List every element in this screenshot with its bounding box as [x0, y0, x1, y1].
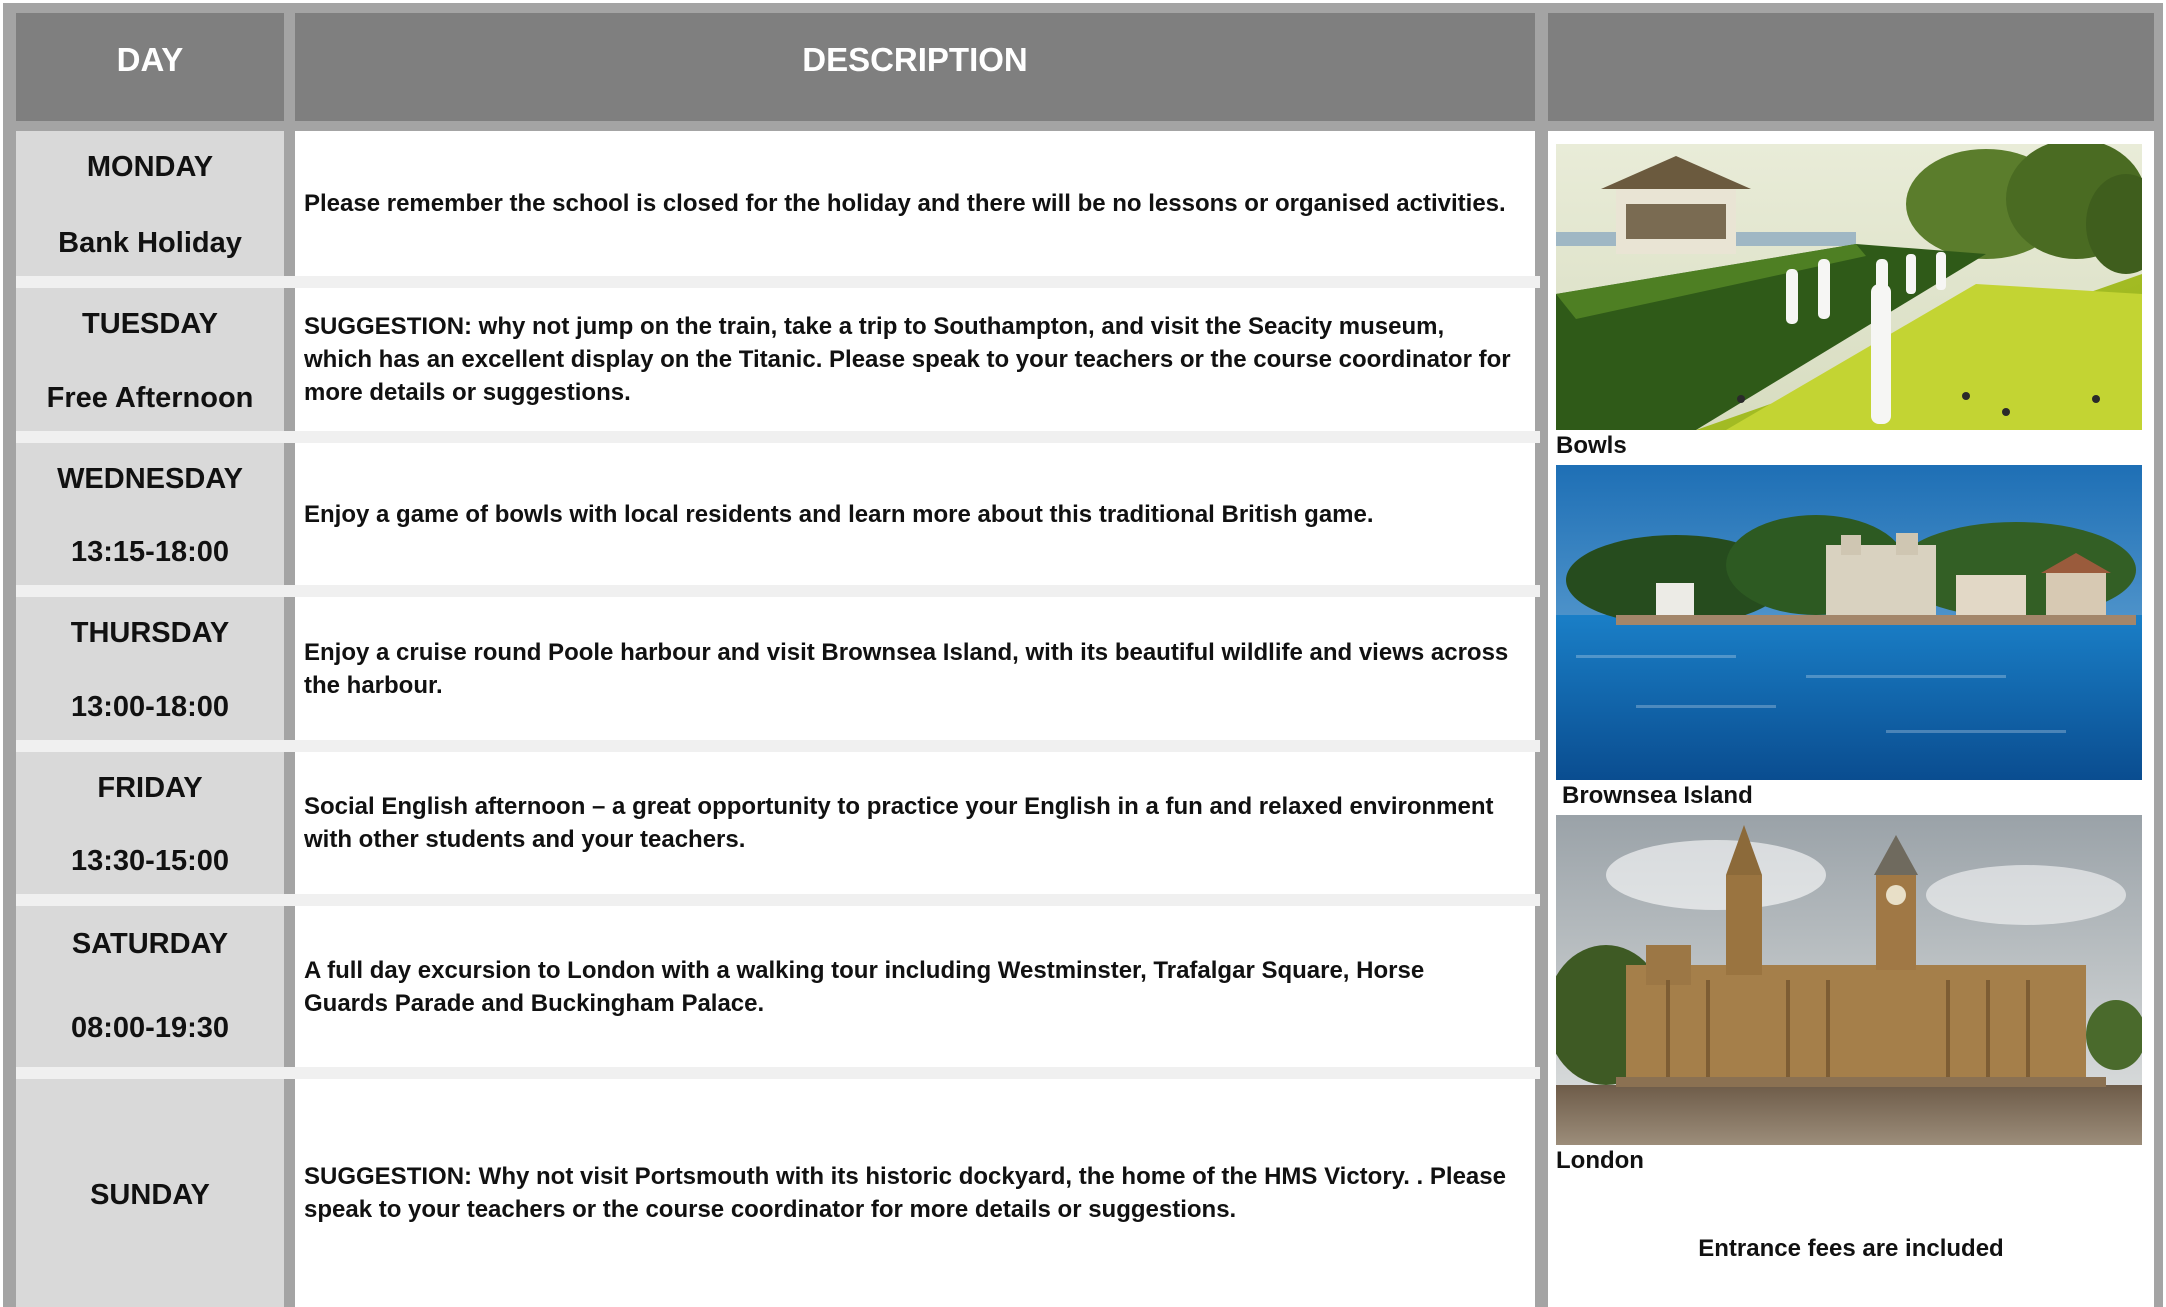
- row-separator: [16, 740, 1540, 752]
- pictures-column-header: [1548, 13, 2154, 121]
- day-cell-wednesday: WEDNESDAY 13:15-18:00: [16, 443, 284, 585]
- day-cell-friday: FRIDAY 13:30-15:00: [16, 752, 284, 894]
- entrance-fees-note: Entrance fees are included: [1698, 1235, 2004, 1262]
- day-name: WEDNESDAY: [57, 463, 243, 495]
- day-column-header: DAY: [16, 13, 284, 121]
- photo-caption-london: London: [1556, 1147, 1644, 1174]
- description-text: SUGGESTION: Why not visit Portsmouth wit…: [304, 1163, 1506, 1223]
- description-column-header: DESCRIPTION: [295, 13, 1535, 121]
- day-name: SUNDAY: [90, 1178, 210, 1211]
- description-cell-sunday: SUGGESTION: Why not visit Portsmouth wit…: [295, 1079, 1535, 1307]
- day-cell-sunday: SUNDAY: [16, 1079, 284, 1307]
- description-text: A full day excursion to London with a wa…: [304, 956, 1425, 1017]
- description-cell-friday: Social English afternoon – a great oppor…: [295, 752, 1535, 894]
- day-name: MONDAY: [86, 151, 214, 183]
- day-time: 13:15-18:00: [71, 536, 229, 568]
- day-name: THURSDAY: [70, 617, 230, 649]
- bowls-photo: [1556, 144, 2142, 430]
- row-separator: [16, 1067, 1540, 1079]
- photo-caption-bowls: Bowls: [1556, 432, 1627, 459]
- row-separator: [16, 276, 1540, 288]
- day-cell-tuesday: TUESDAY Free Afternoon: [16, 288, 284, 431]
- day-cell-monday: MONDAY Bank Holiday: [16, 131, 284, 276]
- description-cell-thursday: Enjoy a cruise round Poole harbour and v…: [295, 597, 1535, 740]
- photo-column: Bowls Brownsea Island London Entrance fe…: [1548, 131, 2154, 1307]
- description-text: SUGGESTION: why not jump on the train, t…: [304, 313, 1511, 406]
- day-time: 13:30-15:00: [71, 845, 229, 877]
- day-name: FRIDAY: [97, 772, 203, 804]
- description-text: Enjoy a cruise round Poole harbour and v…: [304, 638, 1509, 699]
- description-text: Enjoy a game of bowls with local residen…: [304, 500, 1374, 528]
- day-name: TUESDAY: [82, 308, 218, 340]
- timetable: DAY DESCRIPTION MONDAY Bank Holiday Plea…: [3, 3, 2163, 1307]
- day-cell-saturday: SATURDAY 08:00-19:30: [16, 906, 284, 1067]
- day-time: Free Afternoon: [46, 382, 254, 414]
- photo-caption-brownsea-island: Brownsea Island: [1562, 782, 1753, 809]
- description-text: Please remember the school is closed for…: [304, 190, 1506, 217]
- row-separator: [16, 894, 1540, 906]
- day-time: Bank Holiday: [58, 227, 242, 259]
- day-time: 08:00-19:30: [71, 1012, 229, 1044]
- day-time: 13:00-18:00: [71, 691, 229, 723]
- description-cell-tuesday: SUGGESTION: why not jump on the train, t…: [295, 288, 1535, 431]
- description-cell-monday: Please remember the school is closed for…: [295, 131, 1535, 276]
- parliament-photo: [1556, 815, 2142, 1145]
- row-separator: [16, 585, 1540, 597]
- day-cell-thursday: THURSDAY 13:00-18:00: [16, 597, 284, 740]
- row-separator: [16, 431, 1540, 443]
- description-cell-wednesday: Enjoy a game of bowls with local residen…: [295, 443, 1535, 585]
- description-text: Social English afternoon – a great oppor…: [304, 793, 1494, 853]
- island-photo: [1556, 465, 2142, 780]
- day-name: SATURDAY: [71, 928, 229, 960]
- description-cell-saturday: A full day excursion to London with a wa…: [295, 906, 1535, 1067]
